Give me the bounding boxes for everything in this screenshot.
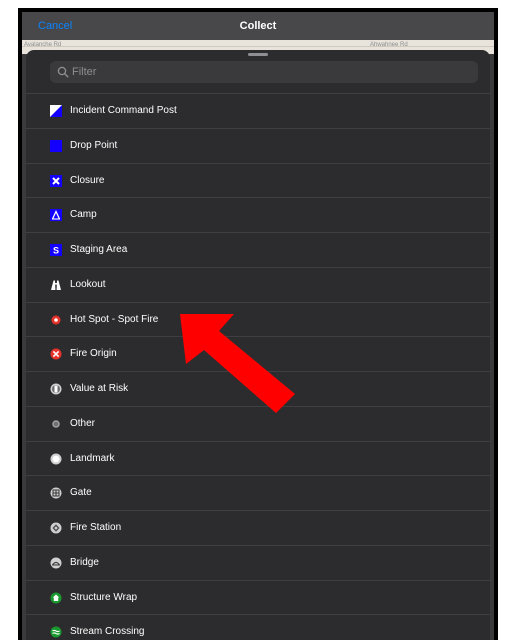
stream-crossing-icon <box>50 626 62 638</box>
list-item-value-at-risk[interactable]: Value at Risk <box>26 371 490 406</box>
page-title: Collect <box>239 20 277 32</box>
list-item-label: Camp <box>70 209 97 221</box>
map-street-label: Avalanche Rd <box>24 42 62 48</box>
list-item-bridge[interactable]: Bridge <box>26 544 490 580</box>
list-item-label: Fire Origin <box>70 348 117 360</box>
map-road <box>22 46 494 47</box>
list-item-hot-spot[interactable]: Hot Spot - Spot Fire <box>26 301 490 337</box>
hot-spot-icon <box>51 315 61 324</box>
list-item-label: Staging Area <box>70 244 128 255</box>
list-item-camp[interactable]: Camp <box>26 197 490 232</box>
map-street-label: Ahwahnee Rd <box>370 42 408 48</box>
lookout-icon <box>51 280 61 290</box>
fire-origin-icon <box>50 348 62 360</box>
list-item-label: Bridge <box>70 556 99 568</box>
bridge-icon <box>50 557 62 569</box>
list-item-fire-station[interactable]: Fire Station <box>26 510 490 545</box>
device-frame: Cancel Collect Avalanche Rd Ahwahnee Rd <box>18 8 498 640</box>
collect-sheet: Incident Command Post Drop Point Closure <box>26 50 490 640</box>
value-at-risk-icon <box>50 383 62 395</box>
staging-area-icon: S <box>50 244 62 256</box>
svg-text:S: S <box>53 246 59 256</box>
list-item-label: Drop Point <box>70 139 118 151</box>
list-item-landmark[interactable]: Landmark <box>26 440 490 476</box>
symbol-list: Incident Command Post Drop Point Closure <box>26 93 490 640</box>
list-item-label: Stream Crossing <box>70 626 145 638</box>
landmark-icon <box>50 453 62 464</box>
filter-input[interactable] <box>72 61 462 83</box>
list-item-lookout[interactable]: Lookout <box>26 266 490 302</box>
gate-icon <box>50 487 62 499</box>
list-item-label: Fire Station <box>70 522 122 533</box>
filter-bar[interactable] <box>50 61 478 83</box>
list-item-label: Structure Wrap <box>70 591 138 603</box>
list-item-label: Gate <box>70 487 92 499</box>
list-item-incident-command-post[interactable]: Incident Command Post <box>26 93 490 128</box>
list-item-label: Incident Command Post <box>70 105 177 116</box>
drop-point-icon <box>50 139 62 152</box>
incident-command-post-icon <box>50 105 62 117</box>
list-item-other[interactable]: Other <box>26 405 490 441</box>
search-icon <box>57 66 69 78</box>
list-item-label: Other <box>70 417 96 429</box>
list-item-staging-area[interactable]: S Staging Area <box>26 232 490 267</box>
list-item-label: Value at Risk <box>70 383 129 394</box>
list-item-label: Closure <box>70 174 105 186</box>
list-item-fire-origin[interactable]: Fire Origin <box>26 336 490 371</box>
list-item-closure[interactable]: Closure <box>26 162 490 198</box>
navigation-bar: Cancel Collect <box>22 12 494 40</box>
camp-icon <box>50 209 62 222</box>
list-item-structure-wrap[interactable]: Structure Wrap <box>26 579 490 615</box>
app-screen: Cancel Collect Avalanche Rd Ahwahnee Rd <box>22 12 494 640</box>
list-item-label: Lookout <box>70 278 106 290</box>
structure-wrap-icon <box>50 592 62 603</box>
closure-icon <box>50 174 62 187</box>
list-item-label: Hot Spot - Spot Fire <box>70 313 159 325</box>
list-item-stream-crossing[interactable]: Stream Crossing <box>26 614 490 640</box>
sheet-grabber[interactable] <box>248 53 268 56</box>
list-item-gate[interactable]: Gate <box>26 475 490 510</box>
list-item-drop-point[interactable]: Drop Point <box>26 127 490 163</box>
other-icon <box>52 419 60 428</box>
list-item-label: Landmark <box>70 452 115 464</box>
fire-station-icon <box>50 522 62 534</box>
